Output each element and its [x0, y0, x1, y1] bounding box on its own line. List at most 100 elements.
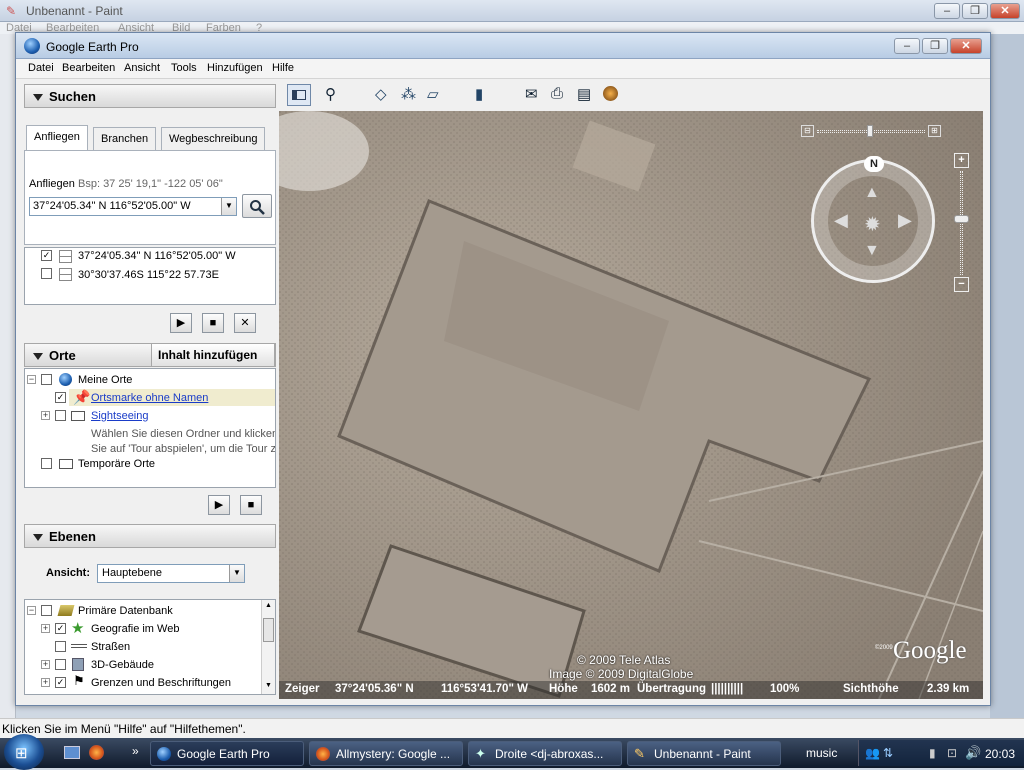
layer-borders[interactable]: Grenzen und Beschriftungen: [91, 677, 231, 689]
connection-icon[interactable]: ⊡: [947, 746, 957, 760]
print-icon[interactable]: ⎙: [551, 85, 563, 102]
task-google-earth[interactable]: Google Earth Pro: [150, 741, 304, 766]
polygon-add-icon[interactable]: ◇: [375, 85, 387, 103]
expand-icon[interactable]: +: [41, 411, 50, 420]
layers-scrollbar[interactable]: ▲ ▼: [261, 600, 275, 694]
ruler-icon[interactable]: ▮: [475, 85, 483, 103]
result-2-label[interactable]: 30°30'37.46S 115°22 57.73E: [78, 269, 219, 281]
placemark-link[interactable]: Ortsmarke ohne Namen: [91, 392, 208, 404]
search-panel-header[interactable]: Suchen: [24, 84, 276, 108]
scroll-thumb[interactable]: [263, 618, 274, 642]
paint-minimize-button[interactable]: –: [934, 3, 960, 19]
task-paint[interactable]: ✎ Unbenannt - Paint: [627, 741, 781, 766]
sidebar-toggle-button[interactable]: [287, 84, 311, 106]
task-droite[interactable]: ✦ Droite <dj-abroxas...: [468, 741, 622, 766]
sightseeing-link[interactable]: Sightseeing: [91, 410, 149, 422]
buildings-checkbox[interactable]: [55, 659, 66, 670]
fly-to-input[interactable]: 37°24'05.34" N 116°52'05.00" W ▼: [29, 197, 237, 216]
google-maps-icon[interactable]: ▤: [577, 85, 591, 103]
expand-icon[interactable]: +: [41, 678, 50, 687]
layer-roads[interactable]: Straßen: [91, 641, 130, 653]
pan-right-icon[interactable]: ▶: [898, 210, 912, 231]
clock[interactable]: 20:03: [985, 747, 1015, 761]
firefox-quicklaunch-icon[interactable]: [89, 745, 104, 760]
result-1-label[interactable]: 37°24'05.34" N 116°52'05.00" W: [78, 250, 236, 262]
pan-up-icon[interactable]: ▲: [864, 184, 880, 202]
path-add-icon[interactable]: ⁂: [401, 85, 416, 103]
layer-buildings[interactable]: 3D-Gebäude: [91, 659, 154, 671]
ge-close-button[interactable]: ✕: [950, 38, 982, 54]
look-slider[interactable]: ⊟ ⊞: [801, 125, 941, 137]
chevron-down-icon[interactable]: ▼: [229, 565, 244, 582]
compass-ring[interactable]: N ▲ ▼ ◀ ▶ ✹: [811, 156, 935, 283]
ge-minimize-button[interactable]: –: [894, 38, 920, 54]
my-places-checkbox[interactable]: [41, 374, 52, 385]
tour-play-button[interactable]: ▶: [208, 495, 230, 515]
pan-left-icon[interactable]: ◀: [834, 210, 848, 231]
layers-panel-header[interactable]: Ebenen: [24, 524, 276, 548]
play-button[interactable]: ▶: [170, 313, 192, 333]
add-content-button[interactable]: Inhalt hinzufügen: [151, 343, 275, 367]
users-icon[interactable]: 👥: [865, 746, 880, 760]
show-desktop-icon[interactable]: [64, 746, 80, 759]
tab-wegbeschreibung[interactable]: Wegbeschreibung: [161, 127, 266, 151]
roads-checkbox[interactable]: [55, 641, 66, 652]
email-icon[interactable]: ✉: [525, 85, 538, 103]
layer-primary-db[interactable]: Primäre Datenbank: [78, 605, 173, 617]
temp-places-label[interactable]: Temporäre Orte: [78, 458, 155, 470]
menu-hinzufuegen[interactable]: Hinzufügen: [207, 62, 263, 74]
layer-geo-web[interactable]: Geografie im Web: [91, 623, 179, 635]
my-places-label[interactable]: Meine Orte: [78, 374, 132, 386]
zoom-track[interactable]: [960, 171, 963, 275]
menu-ansicht[interactable]: Ansicht: [124, 62, 160, 74]
joystick-icon[interactable]: ✹: [864, 212, 881, 237]
result-2-checkbox[interactable]: [41, 268, 52, 279]
view-select[interactable]: Hauptebene ▼: [97, 564, 245, 583]
paint-maximize-button[interactable]: ❐: [962, 3, 988, 19]
zoom-slider[interactable]: + −: [954, 153, 970, 293]
volume-icon[interactable]: 🔊: [965, 745, 981, 761]
sky-switch-icon[interactable]: [603, 86, 618, 101]
ge-maximize-button[interactable]: ❐: [922, 38, 948, 54]
scroll-up-icon[interactable]: ▲: [265, 602, 272, 609]
zoom-minus-icon[interactable]: −: [954, 277, 969, 292]
network-icon[interactable]: ⇅: [883, 746, 893, 760]
overlay-add-icon[interactable]: ▱: [427, 85, 439, 103]
clear-button[interactable]: ✕: [234, 313, 256, 333]
result-1-checkbox[interactable]: ✓: [41, 250, 52, 261]
collapse-icon[interactable]: −: [27, 606, 36, 615]
expand-icon[interactable]: +: [41, 624, 50, 633]
menu-hilfe[interactable]: Hilfe: [272, 62, 294, 74]
stop-button[interactable]: ■: [202, 313, 224, 333]
tab-branchen[interactable]: Branchen: [93, 127, 157, 151]
sightseeing-checkbox[interactable]: [55, 410, 66, 421]
tab-anfliegen[interactable]: Anfliegen: [26, 125, 88, 151]
map-view[interactable]: ⊟ ⊞ N ▲ ▼ ◀ ▶ ✹ + − © 2009 Tele Atlas Im…: [279, 111, 983, 699]
temp-places-checkbox[interactable]: [41, 458, 52, 469]
expand-icon[interactable]: +: [41, 660, 50, 669]
north-indicator[interactable]: N: [864, 156, 884, 172]
tour-stop-button[interactable]: ■: [240, 495, 262, 515]
menu-tools[interactable]: Tools: [171, 62, 197, 74]
music-toolbar[interactable]: music: [806, 746, 837, 760]
placemark-checkbox[interactable]: ✓: [55, 392, 66, 403]
zoom-out-icon[interactable]: ⊟: [801, 125, 814, 137]
menu-datei[interactable]: Datei: [28, 62, 54, 74]
geo-web-checkbox[interactable]: ✓: [55, 623, 66, 634]
placemark-add-icon[interactable]: ⚲: [325, 85, 336, 103]
quicklaunch-more-icon[interactable]: »: [132, 744, 139, 758]
start-button[interactable]: ⊞: [4, 734, 44, 770]
collapse-icon[interactable]: −: [27, 375, 36, 384]
menu-bearbeiten[interactable]: Bearbeiten: [62, 62, 115, 74]
places-panel-header[interactable]: Orte Inhalt hinzufügen: [24, 343, 276, 367]
zoom-in-icon[interactable]: ⊞: [928, 125, 941, 137]
pan-down-icon[interactable]: ▼: [864, 242, 880, 260]
task-allmystery[interactable]: Allmystery: Google ...: [309, 741, 463, 766]
scroll-down-icon[interactable]: ▼: [265, 682, 272, 689]
paint-close-button[interactable]: ✕: [990, 3, 1020, 19]
battery-icon[interactable]: ▮: [929, 746, 936, 760]
search-button[interactable]: [242, 194, 272, 218]
look-slider-thumb[interactable]: [867, 125, 873, 137]
zoom-thumb[interactable]: [954, 215, 969, 223]
zoom-plus-icon[interactable]: +: [954, 153, 969, 168]
